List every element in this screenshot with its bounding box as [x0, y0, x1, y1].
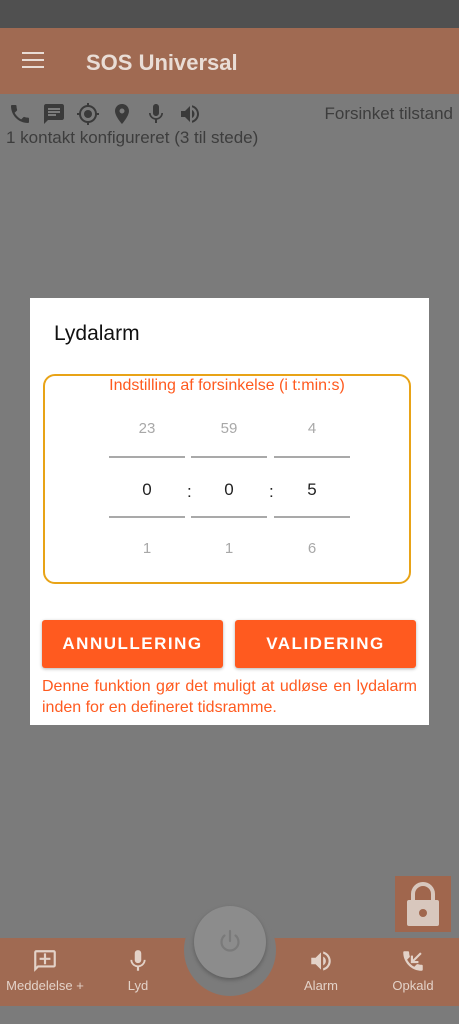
seconds-next-value[interactable]: 6 — [274, 540, 350, 557]
menu-icon[interactable] — [22, 52, 44, 68]
hours-prev-value[interactable]: 23 — [109, 420, 185, 437]
nav-call-label: Opkald — [392, 978, 434, 993]
gps-target-icon — [77, 103, 99, 125]
location-pin-icon — [115, 104, 129, 124]
system-status-bar — [0, 0, 459, 28]
nav-sound-label: Lyd — [127, 978, 149, 993]
seconds-divider-bottom — [274, 516, 350, 518]
picker-caption: Indstilling af forsinkelse (i t:min:s) — [109, 377, 345, 394]
message-icon — [44, 104, 64, 124]
nav-message-button[interactable]: Meddelelse + — [0, 948, 90, 993]
lock-button[interactable] — [395, 876, 451, 932]
minutes-prev-value[interactable]: 59 — [191, 420, 267, 437]
microphone-icon — [149, 104, 163, 123]
hours-divider-top — [109, 456, 185, 458]
power-icon — [220, 929, 240, 952]
phone-icon — [11, 105, 29, 123]
hours-current-value[interactable]: 0 — [109, 480, 185, 500]
minutes-next-value[interactable]: 1 — [191, 540, 267, 557]
cancel-button[interactable]: ANNULLERING — [42, 620, 223, 668]
mode-status-text: Forsinket tilstand — [324, 104, 454, 123]
app-title: SOS Universal — [86, 50, 238, 75]
hours-next-value[interactable]: 1 — [109, 540, 185, 557]
nav-alarm-label: Alarm — [304, 978, 338, 993]
speaker-icon — [181, 105, 199, 123]
contacts-status-text: 1 kontakt konfigureret (3 til stede) — [6, 128, 259, 147]
seconds-prev-value[interactable]: 4 — [274, 420, 350, 437]
nav-message-label: Meddelelse + — [6, 978, 84, 993]
incoming-call-icon — [403, 951, 423, 971]
add-message-icon — [34, 950, 56, 972]
power-button[interactable] — [194, 906, 266, 978]
dialog-title: Lydalarm — [54, 322, 140, 345]
nav-alarm-button[interactable]: Alarm — [276, 948, 366, 993]
speaker-icon — [311, 951, 331, 971]
status-icon-row — [8, 102, 202, 126]
minutes-divider-bottom — [191, 516, 267, 518]
seconds-current-value[interactable]: 5 — [274, 480, 350, 500]
dialog-description: Denne funktion gør det muligt at udløse … — [42, 678, 417, 716]
seconds-divider-top — [274, 456, 350, 458]
hours-divider-bottom — [109, 516, 185, 518]
nav-sound-button[interactable]: Lyd — [93, 948, 183, 993]
microphone-icon — [130, 950, 146, 971]
delay-picker: Indstilling af forsinkelse (i t:min:s) 2… — [43, 374, 411, 584]
sound-alarm-dialog: Lydalarm Indstilling af forsinkelse (i t… — [30, 298, 429, 725]
lock-icon — [407, 882, 439, 926]
minutes-current-value[interactable]: 0 — [191, 480, 267, 500]
validate-button[interactable]: VALIDERING — [235, 620, 416, 668]
nav-call-button[interactable]: Opkald — [368, 948, 458, 993]
minutes-divider-top — [191, 456, 267, 458]
